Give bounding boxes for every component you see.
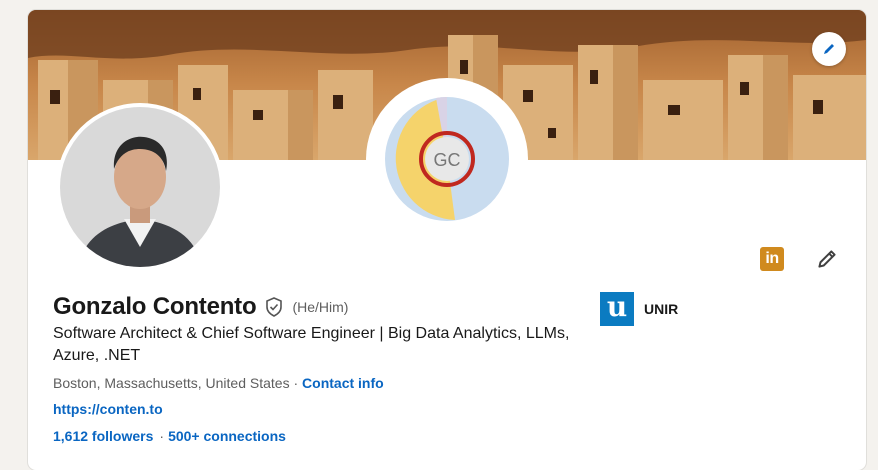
profile-stats: 1,612 followers · 500+ connections: [53, 428, 286, 444]
pencil-icon: [824, 44, 834, 54]
linkedin-icon[interactable]: in: [760, 247, 784, 271]
profile-location: Boston, Massachusetts, United States: [53, 375, 290, 391]
location-separator: ·: [289, 375, 303, 391]
shield-check-icon[interactable]: [264, 296, 284, 318]
website-link[interactable]: https://conten.to: [53, 401, 163, 417]
stats-separator: ·: [159, 428, 165, 444]
followers-link[interactable]: 1,612 followers: [53, 428, 153, 444]
contact-info-link[interactable]: Contact info: [302, 375, 384, 391]
connections-link[interactable]: 500+ connections: [168, 428, 286, 444]
profile-headline: Software Architect & Chief Software Engi…: [53, 325, 570, 364]
profile-location-row: Boston, Massachusetts, United States · C…: [53, 375, 384, 391]
education-entry[interactable]: u UNIR: [600, 292, 678, 326]
pencil-icon[interactable]: [814, 246, 840, 272]
edit-banner-button[interactable]: [812, 32, 846, 66]
unir-logo: u: [600, 292, 634, 326]
name-row: Gonzalo Contento (He/Him): [53, 293, 348, 321]
company-logo: GC: [366, 78, 528, 240]
profile-card: GC in Gonzalo Contento (He/Him) Software…: [28, 10, 866, 470]
education-name: UNIR: [644, 301, 679, 317]
profile-actions: in: [760, 246, 840, 272]
profile-pronouns: (He/Him): [292, 299, 349, 315]
profile-photo[interactable]: [56, 103, 224, 271]
company-logo-initials: GC: [434, 150, 461, 170]
profile-name: Gonzalo Contento: [53, 293, 257, 320]
